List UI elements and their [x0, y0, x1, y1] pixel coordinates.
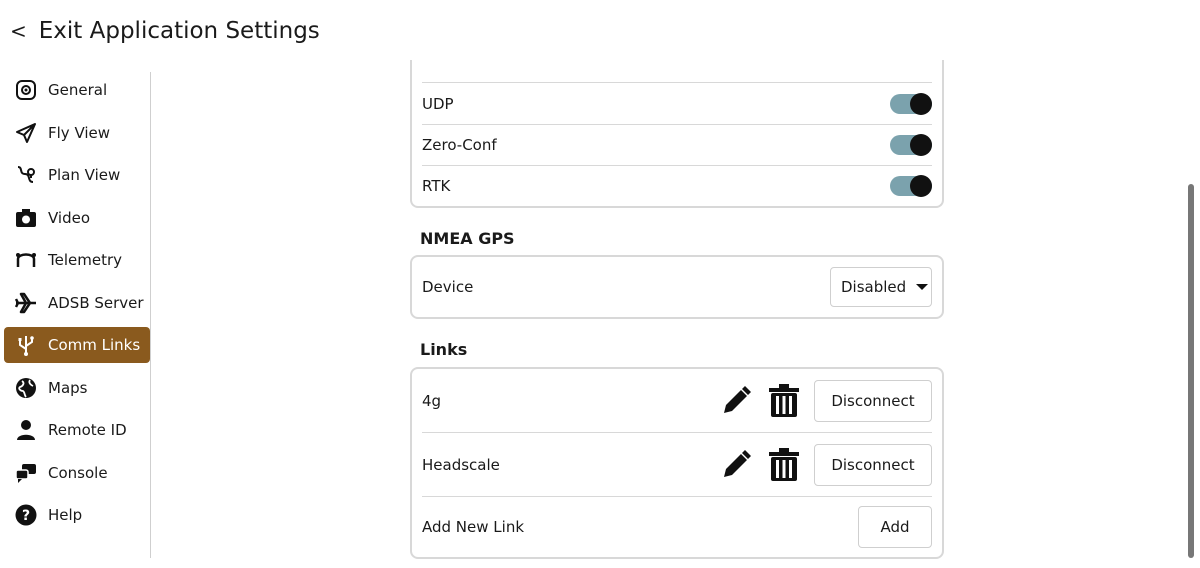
sidebar-item-label: Telemetry	[48, 251, 123, 269]
pencil-icon[interactable]	[720, 449, 752, 481]
sidebar-item-label: ADSB Server	[48, 293, 144, 312]
sidebar-item-plan-view[interactable]: Plan View	[4, 157, 150, 193]
nmea-gps-heading: NMEA GPS	[420, 229, 515, 248]
sidebar-item-label: Video	[48, 208, 91, 227]
links-card: 4g Disconnect Headscale Disconnect Add N…	[410, 367, 944, 559]
back-chevron-icon: <	[10, 19, 27, 43]
telemetry-icon	[14, 248, 38, 272]
sidebar-item-remote-id[interactable]: Remote ID	[4, 412, 150, 448]
usb-icon	[14, 333, 38, 357]
route-icon	[14, 163, 38, 187]
autoconnect-row-zero-conf: Zero-Conf	[422, 125, 932, 165]
help-icon: ?	[14, 503, 38, 527]
autoconnect-row-udp: UDP	[422, 83, 932, 124]
device-label: Device	[422, 278, 474, 296]
row-label: Zero-Conf	[422, 136, 497, 154]
autoconnect-row-rtk: RTK	[422, 166, 932, 206]
sidebar-item-general[interactable]: General	[4, 72, 150, 108]
paper-plane-icon	[14, 121, 38, 145]
person-icon	[14, 418, 38, 442]
nmea-gps-card: Device Disabled	[410, 255, 944, 319]
row-label: RTK	[422, 177, 451, 195]
device-select[interactable]: Disabled	[830, 267, 932, 307]
sidebar-item-label: Comm Links	[48, 336, 141, 354]
rtk-toggle[interactable]	[890, 175, 932, 197]
sidebar-item-console[interactable]: Console	[4, 455, 150, 491]
link-row: Headscale Disconnect	[422, 433, 932, 496]
sidebar-item-maps[interactable]: Maps	[4, 370, 150, 406]
link-row: 4g Disconnect	[422, 369, 932, 432]
sidebar-item-label: General	[48, 81, 108, 99]
add-link-button[interactable]: Add	[858, 506, 932, 548]
add-link-row: Add New Link Add	[422, 497, 932, 557]
row-label: UDP	[422, 94, 454, 113]
sidebar-item-telemetry[interactable]: Telemetry	[4, 242, 150, 278]
zero-conf-toggle[interactable]	[890, 134, 932, 156]
udp-toggle[interactable]	[890, 92, 932, 115]
camera-icon	[14, 206, 38, 230]
autoconnect-card: UDP Zero-Conf RTK	[410, 60, 944, 208]
globe-icon	[14, 376, 38, 400]
gear-icon	[14, 78, 38, 102]
sidebar-item-label: Remote ID	[48, 421, 127, 439]
page-title: Exit Application Settings	[38, 18, 320, 44]
sidebar-item-fly-view[interactable]: Fly View	[4, 115, 150, 151]
sidebar-item-label: Help	[48, 506, 83, 524]
sidebar-item-comm-links[interactable]: Comm Links	[4, 327, 150, 363]
disconnect-button[interactable]: Disconnect	[814, 379, 932, 422]
link-name: 4g	[422, 391, 442, 410]
sidebar-item-label: Maps	[48, 378, 88, 397]
sidebar-item-label: Console	[48, 463, 108, 482]
nmea-device-row: Device Disabled	[422, 257, 932, 317]
sidebar-item-video[interactable]: Video	[4, 200, 150, 236]
exit-settings-button[interactable]: < Exit Application Settings	[10, 18, 320, 44]
svg-text:?: ?	[22, 508, 30, 524]
links-heading: Links	[420, 340, 468, 359]
caret-down-icon	[916, 284, 929, 290]
sidebar-item-adsb-server[interactable]: ADSB Server	[4, 285, 150, 321]
chat-icon	[14, 461, 38, 485]
sidebar-divider	[150, 72, 151, 558]
airplane-icon	[14, 291, 38, 315]
sidebar: General Fly View Plan View Video Telemet…	[4, 72, 150, 540]
scrollbar[interactable]	[1188, 184, 1194, 558]
pencil-icon[interactable]	[720, 385, 752, 417]
sidebar-item-help[interactable]: ? Help	[4, 497, 150, 533]
sidebar-item-label: Plan View	[48, 166, 121, 184]
trash-icon[interactable]	[768, 383, 800, 418]
sidebar-item-label: Fly View	[48, 123, 111, 142]
link-name: Headscale	[422, 455, 500, 474]
device-select-value: Disabled	[841, 278, 907, 296]
add-link-label: Add New Link	[422, 518, 525, 536]
disconnect-button[interactable]: Disconnect	[814, 443, 932, 486]
trash-icon[interactable]	[768, 447, 800, 482]
